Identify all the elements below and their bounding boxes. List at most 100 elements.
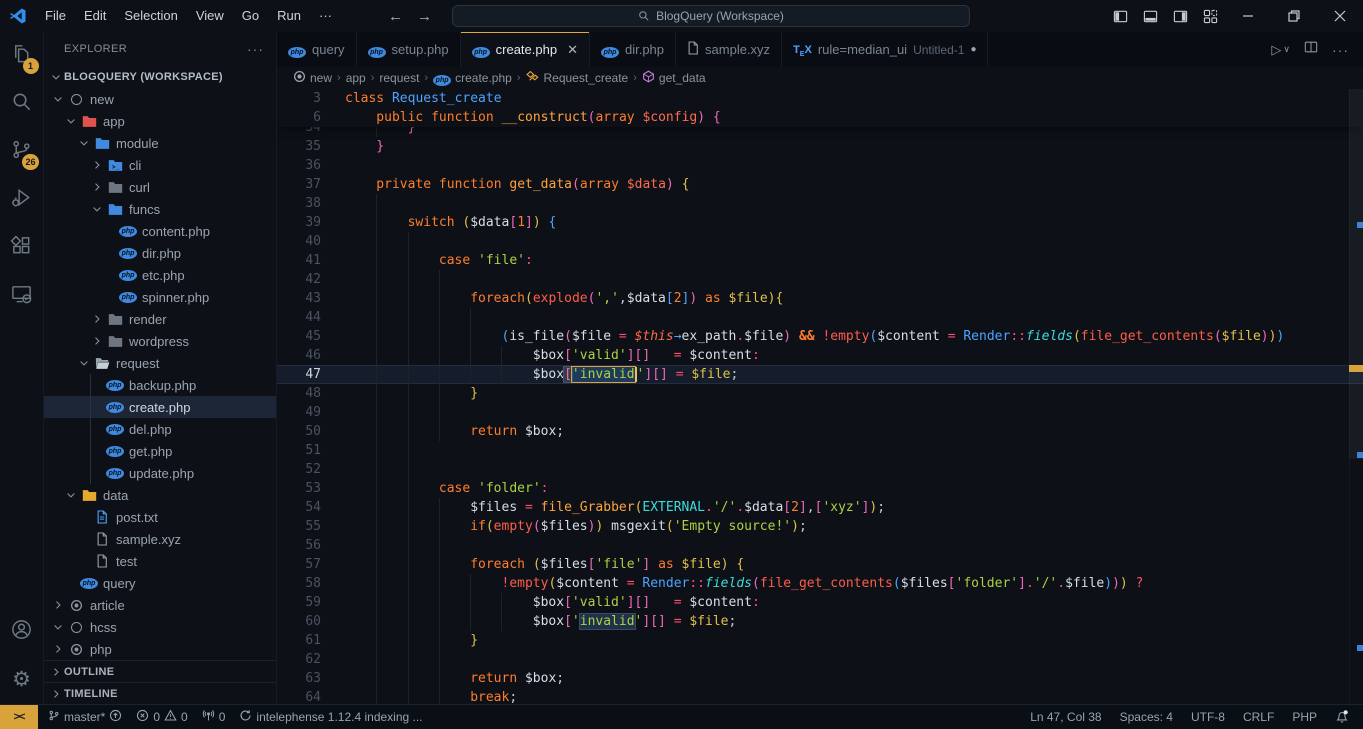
code-line-56[interactable]: 56 xyxy=(277,536,1363,555)
split-editor-icon[interactable] xyxy=(1304,40,1318,59)
more-actions-icon[interactable]: ··· xyxy=(1332,42,1349,58)
code-line-47[interactable]: 47$box['invalid'][] = $file; xyxy=(277,365,1363,384)
menu-view[interactable]: View xyxy=(187,0,233,32)
code-line-61[interactable]: 61} xyxy=(277,631,1363,650)
explorer-more-icon[interactable]: ··· xyxy=(247,41,264,57)
statusbar-problems[interactable]: 00 xyxy=(136,709,187,725)
run-button[interactable]: ▷∨ xyxy=(1271,42,1290,58)
scrollbar-slider[interactable] xyxy=(1349,89,1363,459)
code-line-48[interactable]: 48} xyxy=(277,384,1363,403)
code-line-3[interactable]: 3class Request_create xyxy=(277,89,1363,108)
code-line-62[interactable]: 62 xyxy=(277,650,1363,669)
breadcrumb-get-data[interactable]: get_data xyxy=(642,70,706,86)
tree-item-etc-php[interactable]: phpetc.php xyxy=(44,264,276,286)
search-box[interactable]: BlogQuery (Workspace) xyxy=(452,5,970,27)
activitybar-item-extensions[interactable] xyxy=(0,224,44,272)
code-line-35[interactable]: 35} xyxy=(277,137,1363,156)
section-outline[interactable]: OUTLINE xyxy=(44,660,276,682)
tree-item-article[interactable]: article xyxy=(44,594,276,616)
statusbar-cursor-position[interactable]: Ln 47, Col 38 xyxy=(1030,710,1101,724)
activitybar-item-settings[interactable]: ⚙ xyxy=(0,656,44,704)
activitybar-item-search[interactable] xyxy=(0,80,44,128)
breadcrumb-create-php[interactable]: phpcreate.php xyxy=(433,71,512,86)
code-line-63[interactable]: 63return $box; xyxy=(277,669,1363,688)
menu-edit[interactable]: Edit xyxy=(75,0,115,32)
code-line-46[interactable]: 46$box['valid'][] = $content: xyxy=(277,346,1363,365)
breadcrumb-request-create[interactable]: Request_create xyxy=(525,70,628,86)
tree-item-test[interactable]: test xyxy=(44,550,276,572)
toggle-secondary-sidebar-icon[interactable] xyxy=(1165,0,1195,32)
tab-setup-php[interactable]: phpsetup.php xyxy=(357,32,461,67)
tree-item-request[interactable]: request xyxy=(44,352,276,374)
menu-selection[interactable]: Selection xyxy=(115,0,186,32)
section-timeline[interactable]: TIMELINE xyxy=(44,682,276,704)
code-line-38[interactable]: 38 xyxy=(277,194,1363,213)
code-line-41[interactable]: 41case 'file': xyxy=(277,251,1363,270)
code-line-44[interactable]: 44 xyxy=(277,308,1363,327)
statusbar-indentation[interactable]: Spaces: 4 xyxy=(1120,710,1173,724)
breadcrumb-request[interactable]: request xyxy=(379,71,419,85)
nav-forward-icon[interactable]: → xyxy=(417,8,432,25)
tab-rule-median-ui[interactable]: TEXrule=median_uiUntitled-1● xyxy=(782,32,988,67)
tree-item-curl[interactable]: curl xyxy=(44,176,276,198)
workspace-root[interactable]: BLOGQUERY (WORKSPACE) xyxy=(44,66,276,88)
nav-back-icon[interactable]: ← xyxy=(388,8,403,25)
statusbar-ports[interactable]: 0 xyxy=(202,709,226,725)
tree-item-content-php[interactable]: phpcontent.php xyxy=(44,220,276,242)
activitybar-item-source-control[interactable]: 26 xyxy=(0,128,44,176)
code-line-43[interactable]: 43foreach(explode(',',$data[2]) as $file… xyxy=(277,289,1363,308)
tree-item-backup-php[interactable]: phpbackup.php xyxy=(44,374,276,396)
tree-item-create-php[interactable]: phpcreate.php xyxy=(44,396,276,418)
code-line-53[interactable]: 53case 'folder': xyxy=(277,479,1363,498)
code-line-40[interactable]: 40 xyxy=(277,232,1363,251)
tree-item-hcss[interactable]: hcss xyxy=(44,616,276,638)
tree-item-wordpress[interactable]: wordpress xyxy=(44,330,276,352)
code-line-54[interactable]: 54$files = file_Grabber(EXTERNAL.'/'.$da… xyxy=(277,498,1363,517)
code-line-57[interactable]: 57foreach ($files['file'] as $file) { xyxy=(277,555,1363,574)
menu-go[interactable]: Go xyxy=(233,0,268,32)
tab-query[interactable]: phpquery xyxy=(277,32,357,67)
tab-create-php[interactable]: phpcreate.php✕ xyxy=(461,32,590,67)
breadcrumb-new[interactable]: new xyxy=(293,70,332,86)
tree-item-module[interactable]: module xyxy=(44,132,276,154)
code-line-52[interactable]: 52 xyxy=(277,460,1363,479)
menu-run[interactable]: Run xyxy=(268,0,310,32)
tree-item-dir-php[interactable]: phpdir.php xyxy=(44,242,276,264)
tree-item-post-txt[interactable]: post.txt xyxy=(44,506,276,528)
code-line-49[interactable]: 49 xyxy=(277,403,1363,422)
tab-dir-php[interactable]: phpdir.php xyxy=(590,32,676,67)
breadcrumb-app[interactable]: app xyxy=(346,71,366,85)
code-line-42[interactable]: 42 xyxy=(277,270,1363,289)
restore-button[interactable] xyxy=(1271,0,1317,32)
code-line-37[interactable]: 37private function get_data(array $data)… xyxy=(277,175,1363,194)
tree-item-cli[interactable]: >_cli xyxy=(44,154,276,176)
toggle-sidebar-icon[interactable] xyxy=(1105,0,1135,32)
activitybar-item-explorer[interactable]: 1 xyxy=(0,32,44,80)
tree-item-sample-xyz[interactable]: sample.xyz xyxy=(44,528,276,550)
code-line-34[interactable]: 34} xyxy=(277,127,1363,137)
code-line-58[interactable]: 58!empty($content = Render::fields(file_… xyxy=(277,574,1363,593)
tree-item-spinner-php[interactable]: phpspinner.php xyxy=(44,286,276,308)
minimize-button[interactable] xyxy=(1225,0,1271,32)
activitybar-item-accounts[interactable] xyxy=(0,608,44,656)
run-dropdown-icon[interactable]: ∨ xyxy=(1283,44,1290,55)
overview-ruler[interactable] xyxy=(1349,89,1363,704)
tab-close-icon[interactable]: ✕ xyxy=(567,42,578,58)
close-button[interactable] xyxy=(1317,0,1363,32)
remote-indicator[interactable]: >< xyxy=(0,705,38,729)
code-line-55[interactable]: 55if(empty($files)) msgexit('Empty sourc… xyxy=(277,517,1363,536)
statusbar-intelephense-status[interactable]: intelephense 1.12.4 indexing ... xyxy=(239,709,422,725)
code-line-39[interactable]: 39switch ($data[1]) { xyxy=(277,213,1363,232)
tree-item-del-php[interactable]: phpdel.php xyxy=(44,418,276,440)
statusbar-end-of-line[interactable]: CRLF xyxy=(1243,710,1274,724)
code-line-45[interactable]: 45(is_file($file = $this→ex_path.$file) … xyxy=(277,327,1363,346)
code-line-59[interactable]: 59$box['valid'][] = $content: xyxy=(277,593,1363,612)
activitybar-item-remote-explorer[interactable] xyxy=(0,272,44,320)
tree-item-data[interactable]: data xyxy=(44,484,276,506)
menu-file[interactable]: File xyxy=(36,0,75,32)
tree-item-new[interactable]: new xyxy=(44,88,276,110)
customize-layout-icon[interactable] xyxy=(1195,0,1225,32)
statusbar-git-branch[interactable]: master* xyxy=(48,709,122,725)
menu-[interactable]: ··· xyxy=(310,0,341,32)
code-line-50[interactable]: 50return $box; xyxy=(277,422,1363,441)
